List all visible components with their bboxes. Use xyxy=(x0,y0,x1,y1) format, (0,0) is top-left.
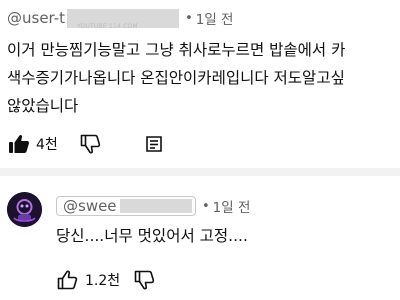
comment-actions: 4천 xyxy=(8,132,163,156)
redacted-handle-mask xyxy=(119,199,192,213)
avatar[interactable] xyxy=(7,192,42,227)
reply-comment-icon[interactable] xyxy=(145,135,163,153)
meta-separator-dot: • xyxy=(202,198,210,214)
reply-actions: 1.2천 xyxy=(57,268,156,292)
reply-author-handle: @swee xyxy=(63,197,117,215)
comment-line-3: 않았습니다 xyxy=(7,97,79,115)
comment-line-1: 이거 만능찜기능말고 그냥 취사로누르면 밥솥에서 카 xyxy=(7,41,346,59)
reply-item: @swee • 1일 전 당신....너무 멋있어서 고정.... 1.2천 xyxy=(0,176,400,300)
comment-author-handle[interactable]: @user-t xyxy=(7,9,65,27)
comment-item: @user-t • 1일 전 YOUTUBE 114.COM 이거 만능찜기능말… xyxy=(0,0,400,168)
like-count: 4천 xyxy=(36,137,58,153)
dislike-icon[interactable] xyxy=(80,134,102,154)
like-filled-icon[interactable] xyxy=(8,134,30,154)
reply-author-handle-box[interactable]: @swee xyxy=(56,196,196,216)
section-divider xyxy=(0,168,400,176)
like-outline-icon[interactable] xyxy=(57,270,79,290)
reply-timestamp: 1일 전 xyxy=(212,200,251,216)
comment-timestamp: 1일 전 xyxy=(195,12,234,28)
reply-body: 당신....너무 멋있어서 고정.... xyxy=(56,227,248,245)
comment-body: 이거 만능찜기능말고 그냥 취사로누르면 밥솥에서 카 색수증기가나옵니다 온집… xyxy=(7,36,400,120)
comments-screen: @user-t • 1일 전 YOUTUBE 114.COM 이거 만능찜기능말… xyxy=(0,0,400,300)
watermark-text: YOUTUBE 114.COM xyxy=(77,23,138,30)
meta-separator-dot: • xyxy=(185,10,193,26)
comment-line-2: 색수증기가나옵니다 온집안이카레입니다 저도알고싶 xyxy=(7,69,345,87)
reply-meta: @swee • 1일 전 xyxy=(56,195,250,217)
dislike-icon[interactable] xyxy=(134,270,156,290)
reply-like-count: 1.2천 xyxy=(85,273,121,289)
